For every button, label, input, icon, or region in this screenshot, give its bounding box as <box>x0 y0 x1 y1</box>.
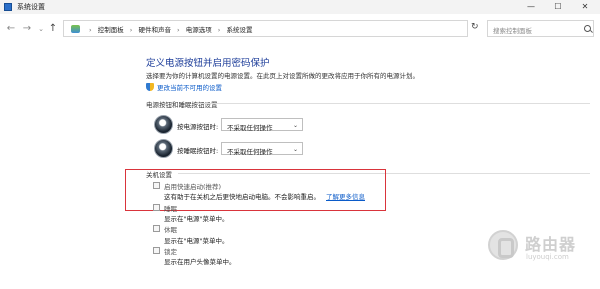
change-unavailable-settings-link[interactable]: 更改当前不可用的设置 <box>157 82 222 92</box>
sleep-checkbox[interactable] <box>153 204 160 211</box>
power-button-action-value[interactable]: 不采取任何操作 <box>227 122 273 132</box>
breadcrumb-control-panel[interactable]: 控制面板 <box>98 26 124 34</box>
search-box[interactable]: 搜索控制面板 <box>487 20 594 37</box>
breadcrumb-separator: › <box>89 26 92 34</box>
fast-startup-description-text: 这有助于在关机之后更快地启动电脑。不会影响重启。 <box>164 193 320 201</box>
sleep-button-action-select[interactable]: 不采取任何操作 ⌄ <box>221 142 303 156</box>
lock-checkbox[interactable] <box>153 247 160 254</box>
sleep-button-icon <box>154 139 173 158</box>
lock-label[interactable]: 锁定 <box>164 246 177 256</box>
minimize-button[interactable]: — <box>518 0 544 14</box>
search-placeholder[interactable]: 搜索控制面板 <box>493 25 532 35</box>
refresh-icon[interactable]: ↻ <box>471 22 479 32</box>
admin-shield-icon <box>146 83 154 91</box>
breadcrumb-system-settings[interactable]: 系统设置 <box>226 26 252 34</box>
hibernate-checkbox[interactable] <box>153 225 160 232</box>
power-button-action-select[interactable]: 不采取任何操作 ⌄ <box>221 118 303 132</box>
site-watermark: 路由器 luyouqi.com <box>488 230 600 278</box>
back-arrow-icon[interactable]: ← <box>4 23 18 35</box>
control-panel-icon <box>4 3 12 11</box>
breadcrumb-power-options[interactable]: 电源选项 <box>186 26 212 34</box>
breadcrumb-separator: › <box>129 26 133 34</box>
section-divider <box>195 103 590 104</box>
sleep-button-action-value[interactable]: 不采取任何操作 <box>227 146 273 156</box>
breadcrumb-separator: › <box>217 26 221 34</box>
breadcrumb-separator: › <box>177 26 180 34</box>
router-logo-icon <box>488 230 518 260</box>
hibernate-description: 显示在"电源"菜单中。 <box>164 237 229 245</box>
navigation-bar: ← → ⌄ ↑ › 控制面板 › 硬件和声音 › 电源选项 › 系统设置 ⌄ ↻… <box>0 14 600 44</box>
breadcrumb-hardware-sound[interactable]: 硬件和声音 <box>138 26 171 34</box>
sleep-description: 显示在"电源"菜单中。 <box>164 215 229 223</box>
lock-description: 显示在用户头像菜单中。 <box>164 258 236 266</box>
power-button-label: 按电源按钮时: <box>177 123 219 131</box>
fast-startup-label[interactable]: 启用快速启动(推荐) <box>164 181 221 191</box>
sleep-button-label: 按睡眠按钮时: <box>177 147 219 155</box>
power-button-section-label: 电源按钮和睡眠按钮设置 <box>146 101 218 109</box>
forward-arrow-icon[interactable]: → <box>20 23 34 35</box>
breadcrumb: › 控制面板 › 硬件和声音 › 电源选项 › 系统设置 <box>85 24 252 34</box>
chevron-down-icon[interactable]: ⌄ <box>293 146 298 153</box>
close-button[interactable]: ✕ <box>572 0 598 14</box>
maximize-button[interactable]: ☐ <box>545 0 571 14</box>
window-title: 系统设置 <box>17 3 45 11</box>
sleep-label[interactable]: 睡眠 <box>164 203 177 213</box>
watermark-title: 路由器 <box>525 235 577 254</box>
control-panel-small-icon <box>71 25 80 33</box>
learn-more-link[interactable]: 了解更多信息 <box>326 193 365 201</box>
power-button-icon <box>154 115 173 134</box>
title-bar: 系统设置 — ☐ ✕ <box>0 0 600 14</box>
up-arrow-icon[interactable]: ↑ <box>46 23 60 35</box>
search-icon[interactable] <box>584 25 591 32</box>
page-title: 定义电源按钮并启用密码保护 <box>146 58 270 69</box>
fast-startup-description: 这有助于在关机之后更快地启动电脑。不会影响重启。 了解更多信息 <box>164 191 365 201</box>
intro-text: 选择要为你的计算机设置的电源设置。在此页上对设置所做的更改将应用于你所有的电源计… <box>146 72 419 80</box>
hibernate-label[interactable]: 休眠 <box>164 224 177 234</box>
watermark-subtitle: luyouqi.com <box>526 253 569 261</box>
fast-startup-checkbox[interactable] <box>153 182 160 189</box>
chevron-down-icon[interactable]: ⌄ <box>293 122 298 129</box>
address-bar[interactable]: › 控制面板 › 硬件和声音 › 电源选项 › 系统设置 ⌄ <box>63 20 525 38</box>
